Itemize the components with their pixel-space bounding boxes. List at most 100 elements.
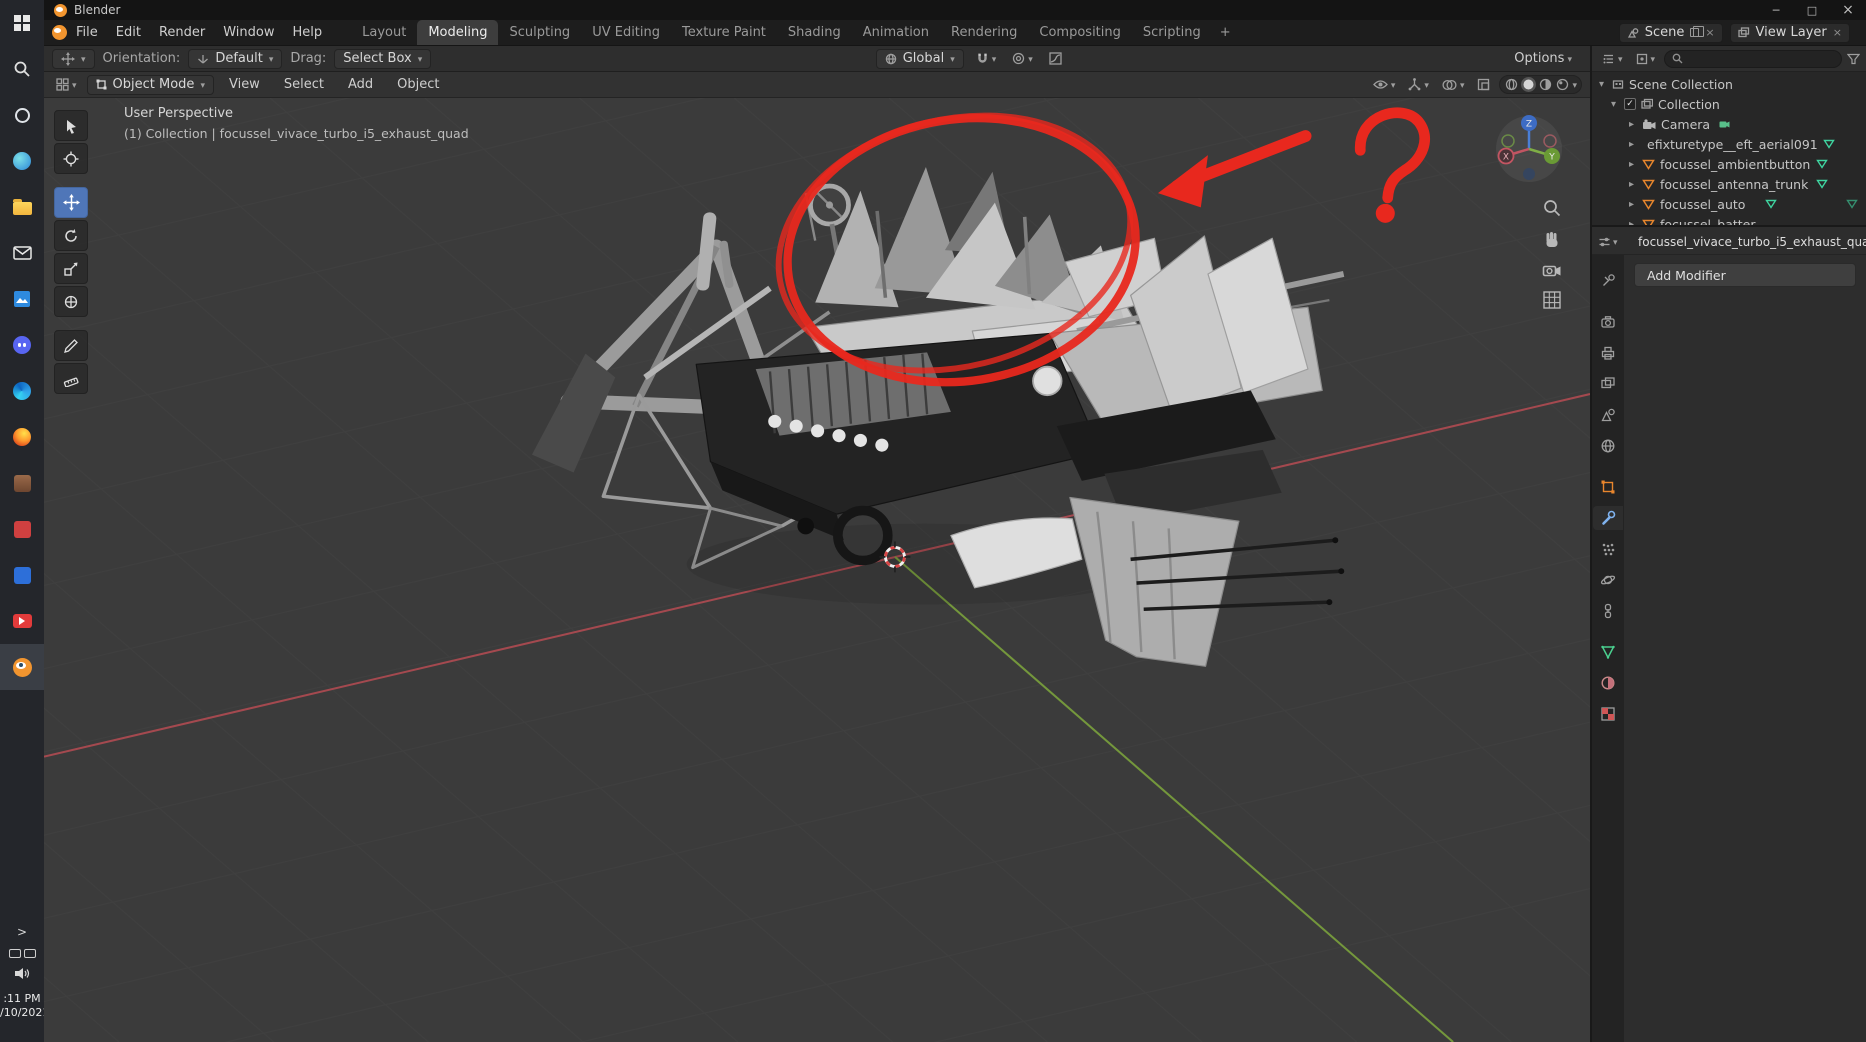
rotate-tool[interactable] [54,220,88,251]
add-modifier-button[interactable]: Add Modifier [1634,263,1856,287]
shading-rendered-button[interactable] [1555,77,1570,92]
taskbar-app-teal[interactable] [0,138,44,184]
menu-help[interactable]: Help [284,22,332,43]
taskbar-mail[interactable] [0,230,44,276]
shading-material-button[interactable] [1538,77,1553,92]
maximize-button[interactable] [1794,0,1830,20]
speaker-icon[interactable] [14,967,30,980]
tab-modeling[interactable]: Modeling [417,20,499,45]
tab-rendering[interactable]: Rendering [940,20,1028,45]
snap-toggle-button[interactable] [972,49,1001,69]
outliner-editor-type-button[interactable] [1598,49,1627,69]
menu-add[interactable]: Add [339,74,382,95]
cursor-tool[interactable] [54,143,88,174]
tab-sculpting[interactable]: Sculpting [498,20,581,45]
zoom-icon[interactable] [1542,198,1562,218]
menu-file[interactable]: File [67,22,107,43]
tab-texture[interactable] [1593,702,1623,726]
expand-icon[interactable] [1626,179,1637,190]
move-tool-active[interactable] [54,187,88,218]
measure-tool[interactable] [54,363,88,394]
expand-icon[interactable] [1626,139,1637,150]
outliner-row-mesh[interactable]: focussel_auto [1592,194,1866,214]
orientation-dropdown[interactable]: Default [188,48,283,69]
unlink-scene-icon[interactable] [1705,25,1714,40]
taskbar-app-brown[interactable] [0,460,44,506]
taskbar-app-red[interactable] [0,506,44,552]
tab-animation[interactable]: Animation [852,20,940,45]
close-button[interactable] [1830,0,1866,20]
taskbar-cortana-button[interactable] [0,92,44,138]
annotate-tool[interactable] [54,330,88,361]
xray-toggle[interactable] [1473,75,1494,95]
tab-object[interactable] [1593,475,1623,499]
pan-hand-icon[interactable] [1542,230,1562,250]
add-workspace-button[interactable]: + [1212,20,1239,45]
menu-render[interactable]: Render [150,22,214,43]
falloff-button[interactable] [1045,49,1066,69]
viewport-canvas[interactable] [44,98,1590,1042]
new-scene-icon[interactable] [1690,26,1705,37]
taskbar-file-explorer[interactable] [0,184,44,230]
menu-view[interactable]: View [220,74,269,95]
tab-tool[interactable] [1593,269,1623,293]
blender-menu-icon[interactable] [52,25,67,40]
taskbar-firefox[interactable] [0,414,44,460]
tab-render[interactable] [1593,310,1623,334]
taskbar-discord[interactable] [0,322,44,368]
transform-tool[interactable] [54,286,88,317]
taskbar-youtube[interactable] [0,598,44,644]
expand-icon[interactable] [1626,159,1637,170]
expand-icon[interactable] [1626,199,1637,210]
options-dropdown[interactable]: Options [1510,49,1576,69]
scale-tool[interactable] [54,253,88,284]
expand-icon[interactable] [1626,219,1637,226]
outliner-row-mesh[interactable]: efixturetype__eft_aerial091 [1592,134,1866,154]
mode-dropdown[interactable]: Object Mode [86,74,214,95]
tab-scripting[interactable]: Scripting [1132,20,1212,45]
expand-icon[interactable] [1596,79,1607,90]
tab-modifiers-active[interactable] [1593,506,1623,530]
outliner-row-mesh[interactable]: focussel_ambientbutton [1592,154,1866,174]
gizmos-dropdown[interactable] [1404,75,1433,95]
properties-editor-type-button[interactable] [1598,234,1618,249]
transform-orientation-dropdown[interactable]: Global [875,48,964,69]
menu-window[interactable]: Window [214,22,283,43]
tray-expand-chevron-icon[interactable] [17,925,27,939]
menu-edit[interactable]: Edit [107,22,150,43]
menu-object[interactable]: Object [388,74,448,95]
tab-view-layer[interactable] [1593,372,1623,396]
editor-type-button[interactable] [52,75,81,95]
outliner-row-collection[interactable]: Collection [1592,94,1866,114]
overlays-dropdown[interactable] [1438,75,1469,95]
tab-scene[interactable] [1593,403,1623,427]
outliner-row-scene-collection[interactable]: Scene Collection [1592,74,1866,94]
camera-view-icon[interactable] [1542,262,1562,278]
drag-dropdown[interactable]: Select Box [334,48,432,69]
3d-viewport[interactable]: User Perspective (1) Collection | focuss… [44,98,1590,1042]
select-box-tool[interactable] [54,110,88,141]
taskbar-start-button[interactable] [0,0,44,46]
tab-compositing[interactable]: Compositing [1028,20,1132,45]
visibility-dropdown[interactable] [1369,75,1400,95]
tab-shading[interactable]: Shading [777,20,852,45]
taskbar-search-button[interactable] [0,46,44,92]
collection-checkbox[interactable] [1624,98,1636,110]
shading-wireframe-button[interactable] [1504,77,1519,92]
tab-particles[interactable] [1593,537,1623,561]
navigation-gizmo[interactable]: Z Y X [1492,112,1566,186]
tray-display-icons[interactable] [8,949,36,958]
tab-physics[interactable] [1593,568,1623,592]
orthographic-grid-icon[interactable] [1542,290,1562,310]
outliner-row-mesh-clipped[interactable]: focussel_batter [1592,214,1866,226]
scene-selector[interactable]: Scene [1618,22,1723,43]
tab-uv-editing[interactable]: UV Editing [581,20,671,45]
menu-select[interactable]: Select [275,74,333,95]
filter-funnel-icon[interactable] [1847,53,1860,65]
tab-material[interactable] [1593,671,1623,695]
proportional-editing-button[interactable] [1008,49,1037,69]
minimize-button[interactable] [1758,0,1794,20]
tab-object-data[interactable] [1593,640,1623,664]
active-tool-button[interactable] [52,48,95,69]
shading-solid-button[interactable] [1521,77,1537,92]
